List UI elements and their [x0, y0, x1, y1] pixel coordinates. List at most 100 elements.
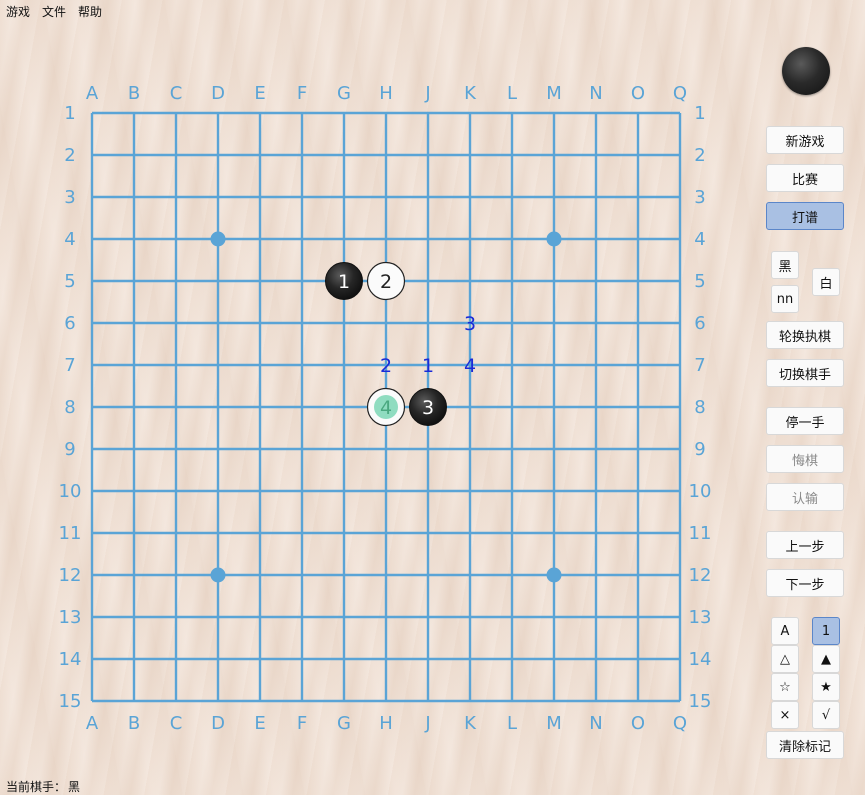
mark-cross-button[interactable]: ×: [771, 701, 799, 729]
column-label: K: [464, 713, 477, 734]
column-label: D: [211, 713, 225, 734]
row-label: 3: [64, 187, 75, 208]
star-point: [546, 231, 562, 247]
black-player-button[interactable]: 黑: [771, 251, 799, 279]
black-stone: 3: [409, 388, 447, 426]
star-point: [546, 567, 562, 583]
mark-triangle-filled-button[interactable]: ▲: [812, 645, 840, 673]
row-label: 4: [694, 229, 705, 250]
star-point: [210, 567, 226, 583]
switch-player-button[interactable]: 切换棋手: [766, 359, 844, 387]
board-mark-label: 2: [380, 355, 392, 377]
column-label: M: [546, 83, 562, 104]
white-player-button[interactable]: 白: [812, 268, 840, 296]
row-label: 9: [694, 439, 705, 460]
column-label: M: [546, 713, 562, 734]
status-player: 黑: [68, 780, 81, 794]
column-label: L: [507, 713, 517, 734]
stone-number: 2: [380, 271, 392, 293]
record-button[interactable]: 打谱: [766, 202, 844, 230]
row-label: 13: [689, 607, 712, 628]
column-label: Q: [673, 713, 687, 734]
row-label: 3: [694, 187, 705, 208]
column-label: C: [170, 83, 183, 104]
row-label: 10: [689, 481, 712, 502]
column-label: B: [128, 713, 140, 734]
row-label: 1: [64, 103, 75, 124]
column-label: H: [379, 713, 393, 734]
column-label: K: [464, 83, 477, 104]
row-label: 9: [64, 439, 75, 460]
row-label: 2: [64, 145, 75, 166]
row-label: 10: [59, 481, 82, 502]
row-label: 13: [59, 607, 82, 628]
row-label: 6: [694, 313, 705, 334]
board-mark-label: 1: [422, 355, 434, 377]
go-board[interactable]: AABBCCDDEEFFGGHHJJKKLLMMNNOOQQ1 12 23 34 45 5…: [0, 0, 760, 795]
board-mark-label: 4: [464, 355, 476, 377]
mark-number-button[interactable]: 1: [812, 617, 840, 645]
column-label: L: [507, 83, 517, 104]
column-label: E: [254, 83, 265, 104]
row-label: 8: [694, 397, 705, 418]
mark-triangle-outline-button[interactable]: △: [771, 645, 799, 673]
white-stone: 2: [366, 261, 406, 301]
current-turn-stone: [782, 47, 830, 95]
row-label: 7: [64, 355, 75, 376]
new-game-button[interactable]: 新游戏: [766, 126, 844, 154]
clear-marks-button[interactable]: 清除标记: [766, 731, 844, 759]
column-label: N: [589, 713, 602, 734]
stone-number: 3: [422, 397, 434, 419]
row-label: 4: [64, 229, 75, 250]
undo-button[interactable]: 悔棋: [766, 445, 844, 473]
column-label: F: [297, 83, 307, 104]
row-label: 14: [689, 649, 712, 670]
pass-button[interactable]: 停一手: [766, 407, 844, 435]
resign-button[interactable]: 认输: [766, 483, 844, 511]
stone-number: 1: [338, 271, 350, 293]
row-label: 1: [694, 103, 705, 124]
column-label: G: [337, 83, 351, 104]
column-label: O: [631, 83, 645, 104]
row-label: 8: [64, 397, 75, 418]
column-label: A: [86, 83, 99, 104]
row-label: 6: [64, 313, 75, 334]
row-label: 15: [689, 691, 712, 712]
column-label: A: [86, 713, 99, 734]
row-label: 12: [59, 565, 82, 586]
row-label: 14: [59, 649, 82, 670]
mark-letter-button[interactable]: A: [771, 617, 799, 645]
mark-star-filled-button[interactable]: ★: [812, 673, 840, 701]
column-label: G: [337, 713, 351, 734]
row-label: 12: [689, 565, 712, 586]
row-label: 11: [689, 523, 712, 544]
row-label: 2: [694, 145, 705, 166]
stone-number: 4: [380, 397, 392, 419]
board-mark-label: 3: [464, 313, 476, 335]
next-step-button[interactable]: 下一步: [766, 569, 844, 597]
swap-color-button[interactable]: 轮换执棋: [766, 321, 844, 349]
prev-step-button[interactable]: 上一步: [766, 531, 844, 559]
column-label: C: [170, 713, 183, 734]
match-button[interactable]: 比赛: [766, 164, 844, 192]
column-label: N: [589, 83, 602, 104]
row-label: 15: [59, 691, 82, 712]
column-label: O: [631, 713, 645, 734]
column-label: J: [424, 83, 430, 104]
black-stone: 1: [325, 262, 363, 300]
star-point: [210, 231, 226, 247]
white-stone: 4: [366, 387, 406, 427]
row-label: 7: [694, 355, 705, 376]
column-label: J: [424, 713, 430, 734]
column-label: H: [379, 83, 393, 104]
row-label: 5: [694, 271, 705, 292]
column-label: E: [254, 713, 265, 734]
row-label: 11: [59, 523, 82, 544]
status-bar: 当前棋手：黑: [6, 778, 82, 795]
mark-star-outline-button[interactable]: ☆: [771, 673, 799, 701]
mark-check-button[interactable]: √: [812, 701, 840, 729]
column-label: D: [211, 83, 225, 104]
column-label: Q: [673, 83, 687, 104]
nn-player-button[interactable]: nn: [771, 285, 799, 313]
column-label: F: [297, 713, 307, 734]
